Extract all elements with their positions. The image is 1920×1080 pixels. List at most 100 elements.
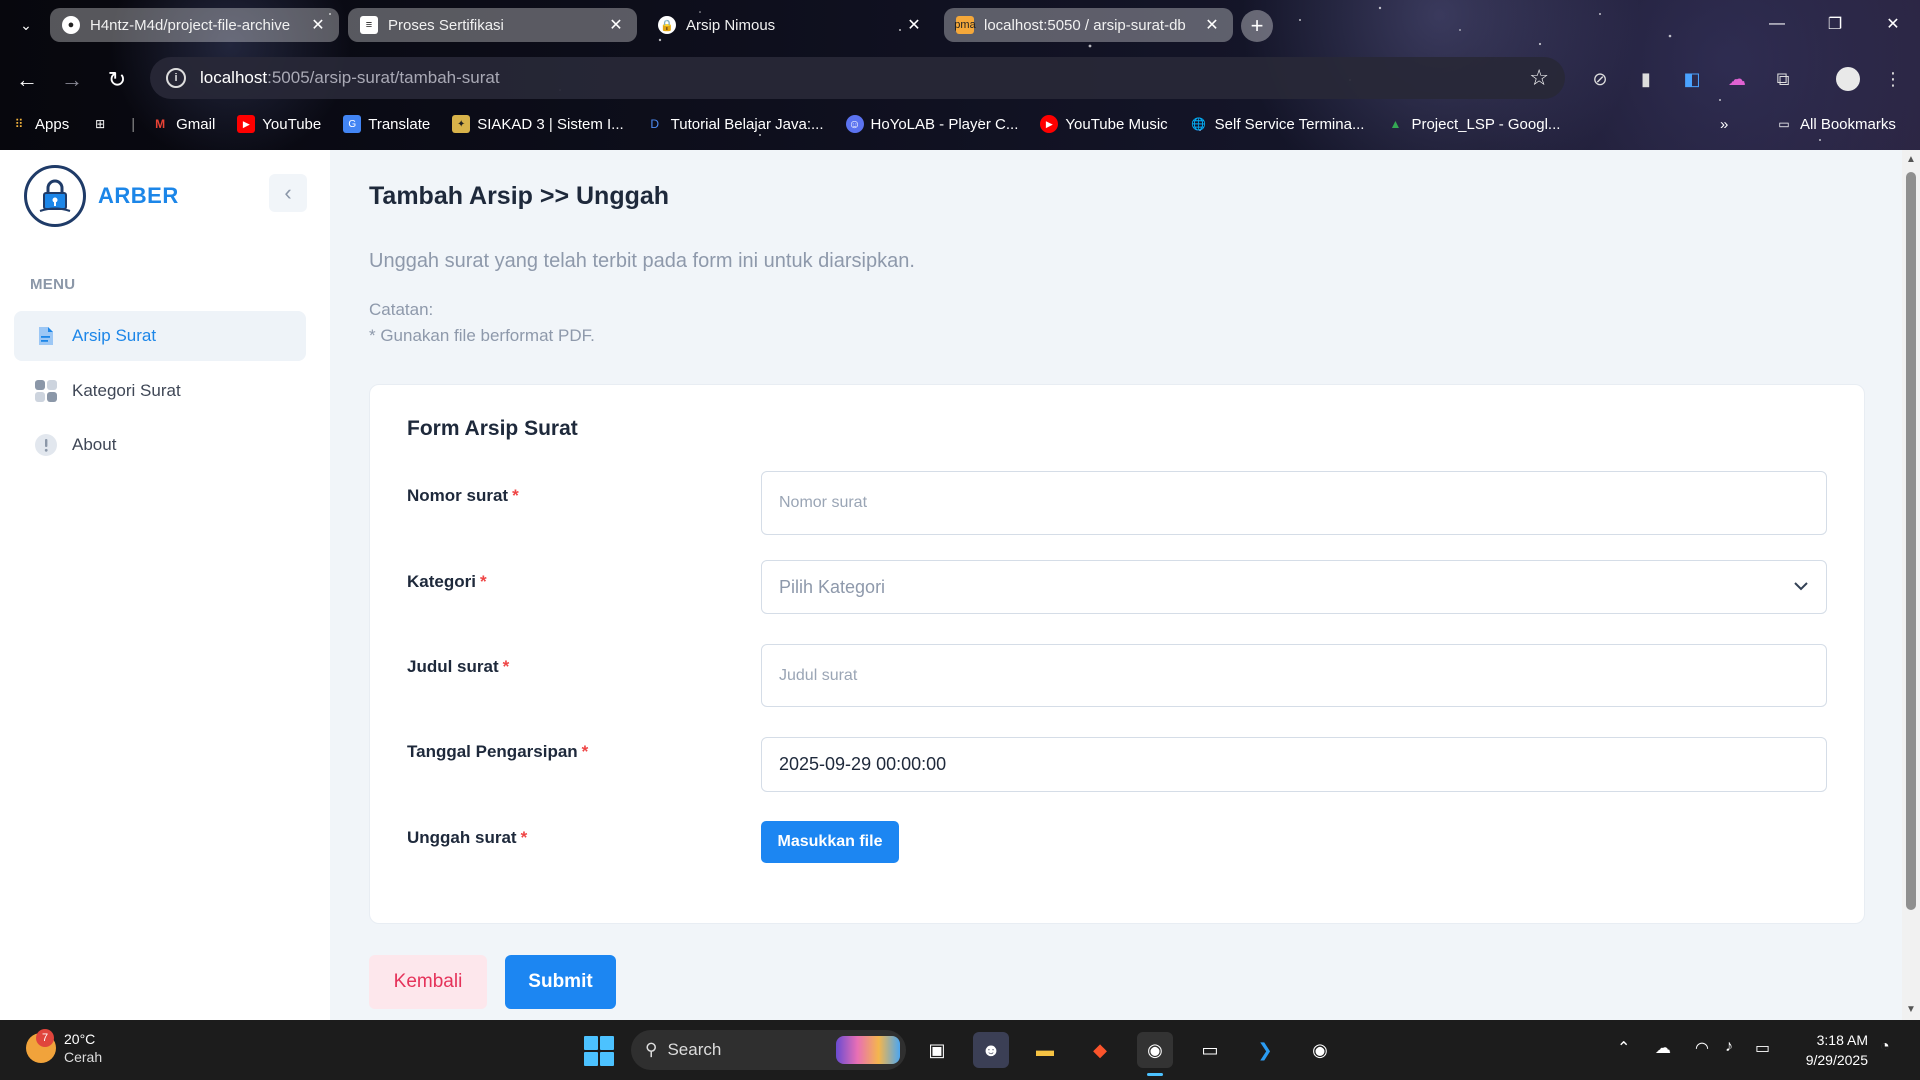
- battery-icon[interactable]: ▭: [1755, 1038, 1770, 1058]
- weather-temperature: 20°C: [64, 1031, 96, 1047]
- globe-icon: 🌐: [1191, 117, 1207, 131]
- page-title: Tambah Arsip >> Unggah: [369, 182, 670, 210]
- page-scrollbar[interactable]: ▲ ▼: [1902, 150, 1920, 1020]
- vscode-icon[interactable]: ❯: [1247, 1032, 1283, 1068]
- form-title: Form Arsip Surat: [407, 417, 578, 440]
- brand-logo[interactable]: ARBER: [24, 165, 179, 227]
- windows-start-icon[interactable]: [584, 1036, 614, 1066]
- menu-heading: MENU: [30, 276, 76, 293]
- field-label-text: Judul surat: [407, 657, 499, 676]
- close-icon[interactable]: ✕: [607, 15, 625, 35]
- tab-github[interactable]: ● H4ntz-M4d/project-file-archive ✕: [50, 8, 339, 42]
- web-page: ARBER ‹ MENU Arsip Surat Kategori Surat …: [0, 150, 1920, 1020]
- window-close-icon[interactable]: ✕: [1864, 0, 1920, 48]
- hoyolab-icon: ☺: [845, 115, 864, 133]
- search-label: Search: [667, 1040, 722, 1059]
- choose-file-button[interactable]: Masukkan file: [761, 821, 899, 863]
- bookmark-youtube-music[interactable]: ▶ YouTube Music: [1040, 115, 1168, 133]
- forward-arrow-icon[interactable]: →: [55, 63, 89, 97]
- bookmark-star-icon[interactable]: ☆: [1529, 65, 1549, 91]
- tab-title: H4ntz-M4d/project-file-archive: [90, 16, 291, 34]
- task-view-icon[interactable]: ▣: [919, 1032, 955, 1068]
- bookmark-self-service[interactable]: 🌐 Self Service Termina...: [1190, 115, 1364, 133]
- brave-browser-icon[interactable]: ◆: [1082, 1032, 1118, 1068]
- more-menu-icon[interactable]: ⋮: [1878, 64, 1908, 94]
- url-text: localhost:5005/arsip-surat/tambah-surat: [200, 68, 1515, 88]
- moon-weather-icon: 7: [26, 1029, 56, 1063]
- wifi-icon[interactable]: ◠: [1695, 1038, 1709, 1058]
- submit-button[interactable]: Submit: [505, 955, 616, 1009]
- volume-icon[interactable]: ♪: [1725, 1038, 1733, 1056]
- back-button[interactable]: Kembali: [369, 955, 487, 1009]
- bookmark-gmail[interactable]: M Gmail: [151, 115, 215, 133]
- field-label-text: Nomor surat: [407, 486, 509, 505]
- bookmarks-overflow-icon[interactable]: »: [1720, 116, 1728, 133]
- close-icon[interactable]: ✕: [905, 15, 923, 35]
- close-icon[interactable]: ✕: [1203, 15, 1221, 35]
- restore-icon[interactable]: ❐: [1806, 0, 1864, 48]
- tab-search-chevron-icon[interactable]: ⌄: [12, 12, 40, 38]
- tab-arsip-nimous[interactable]: 🔒 Arsip Nimous ✕: [646, 8, 935, 42]
- nomor-surat-input[interactable]: [761, 471, 1827, 535]
- onedrive-error-icon[interactable]: ☁: [1655, 1038, 1671, 1058]
- extension-block-icon[interactable]: ⊘: [1585, 64, 1615, 94]
- sidebar-item-arsip-surat[interactable]: Arsip Surat: [14, 311, 306, 361]
- sidebar-collapse-button[interactable]: ‹: [269, 174, 307, 212]
- kategori-select[interactable]: Pilih Kategori: [761, 560, 1827, 614]
- sidebar-item-kategori-surat[interactable]: Kategori Surat: [14, 366, 306, 416]
- bookmark-tutorial-java[interactable]: D Tutorial Belajar Java:...: [646, 115, 823, 133]
- chrome-icon[interactable]: ◉: [1137, 1032, 1173, 1076]
- sidebar-item-about[interactable]: About: [14, 420, 306, 470]
- close-icon[interactable]: ✕: [309, 15, 327, 35]
- bookmark-siakad[interactable]: ✦ SIAKAD 3 | Sistem I...: [452, 115, 624, 133]
- bookmark-translate[interactable]: G Translate: [343, 115, 430, 133]
- system-clock[interactable]: 3:18 AM 9/29/2025: [1788, 1030, 1868, 1070]
- extension-copilot-icon[interactable]: ◧: [1677, 64, 1707, 94]
- bookmark-apps[interactable]: ⠿ Apps: [10, 115, 70, 133]
- tab-phpmyadmin[interactable]: pma localhost:5050 / arsip-surat-db ✕: [944, 8, 1233, 42]
- terminal-icon[interactable]: ▭: [1192, 1032, 1228, 1068]
- new-tab-button[interactable]: +: [1241, 10, 1273, 42]
- extension-cloud-icon[interactable]: ☁: [1722, 64, 1752, 94]
- tab-title: localhost:5050 / arsip-surat-db: [984, 16, 1186, 34]
- kategori-selected-value: Pilih Kategori: [779, 576, 886, 597]
- scroll-up-arrow-icon[interactable]: ▲: [1905, 154, 1917, 166]
- youtube-music-icon: ▶: [1040, 115, 1059, 133]
- tab-title: Arsip Nimous: [686, 16, 776, 34]
- minimize-icon[interactable]: —: [1748, 0, 1806, 48]
- judul-surat-input[interactable]: [761, 644, 1827, 707]
- bookmark-project-lsp[interactable]: ▲ Project_LSP - Googl...: [1386, 115, 1561, 133]
- siakad-icon: ✦: [452, 115, 471, 133]
- folder-icon: ▭: [1778, 117, 1790, 131]
- tanggal-pengarsipan-input[interactable]: [761, 737, 1827, 792]
- tray-overflow-chevron-icon[interactable]: ⌃: [1617, 1038, 1630, 1058]
- chrome-profile-icon[interactable]: ◉: [1302, 1032, 1338, 1068]
- scroll-thumb[interactable]: [1906, 172, 1916, 910]
- taskbar-search[interactable]: ⚲ Search: [631, 1030, 906, 1070]
- tab-proses-sertifikasi[interactable]: ≡ Proses Sertifikasi ✕: [348, 8, 637, 42]
- notification-bell-icon[interactable]: ◔: [1880, 1038, 1890, 1056]
- weather-widget[interactable]: 7 20°C Cerah: [26, 1029, 102, 1066]
- bookmark-label: Project_LSP - Googl...: [1411, 115, 1561, 133]
- extension-document-icon[interactable]: ▮: [1631, 64, 1661, 94]
- back-arrow-icon[interactable]: ←: [10, 63, 44, 97]
- profile-avatar[interactable]: [1833, 64, 1863, 94]
- site-info-icon[interactable]: i: [166, 68, 186, 88]
- github-icon: ●: [62, 16, 80, 34]
- archive-lock-logo-icon: [24, 165, 86, 227]
- bookmark-dashboard[interactable]: ⊞: [91, 115, 109, 133]
- tab-title: Proses Sertifikasi: [388, 16, 504, 34]
- extensions-puzzle-icon[interactable]: ⧉: [1768, 64, 1798, 94]
- game-app-icon[interactable]: ☻: [973, 1032, 1009, 1068]
- all-bookmarks[interactable]: ▭ All Bookmarks: [1775, 115, 1896, 133]
- reload-icon[interactable]: ↻: [100, 63, 134, 97]
- search-highlight-art: [836, 1036, 900, 1064]
- bookmark-hoyolab[interactable]: ☺ HoYoLAB - Player C...: [845, 115, 1018, 133]
- required-mark: *: [479, 572, 487, 591]
- d-icon: D: [650, 117, 659, 131]
- clock-date: 9/29/2025: [1805, 1052, 1868, 1068]
- address-bar[interactable]: i localhost:5005/arsip-surat/tambah-sura…: [150, 57, 1565, 99]
- scroll-down-arrow-icon[interactable]: ▼: [1905, 1004, 1917, 1016]
- file-explorer-icon[interactable]: ▬: [1027, 1032, 1063, 1068]
- bookmark-youtube[interactable]: ▶ YouTube: [237, 115, 321, 133]
